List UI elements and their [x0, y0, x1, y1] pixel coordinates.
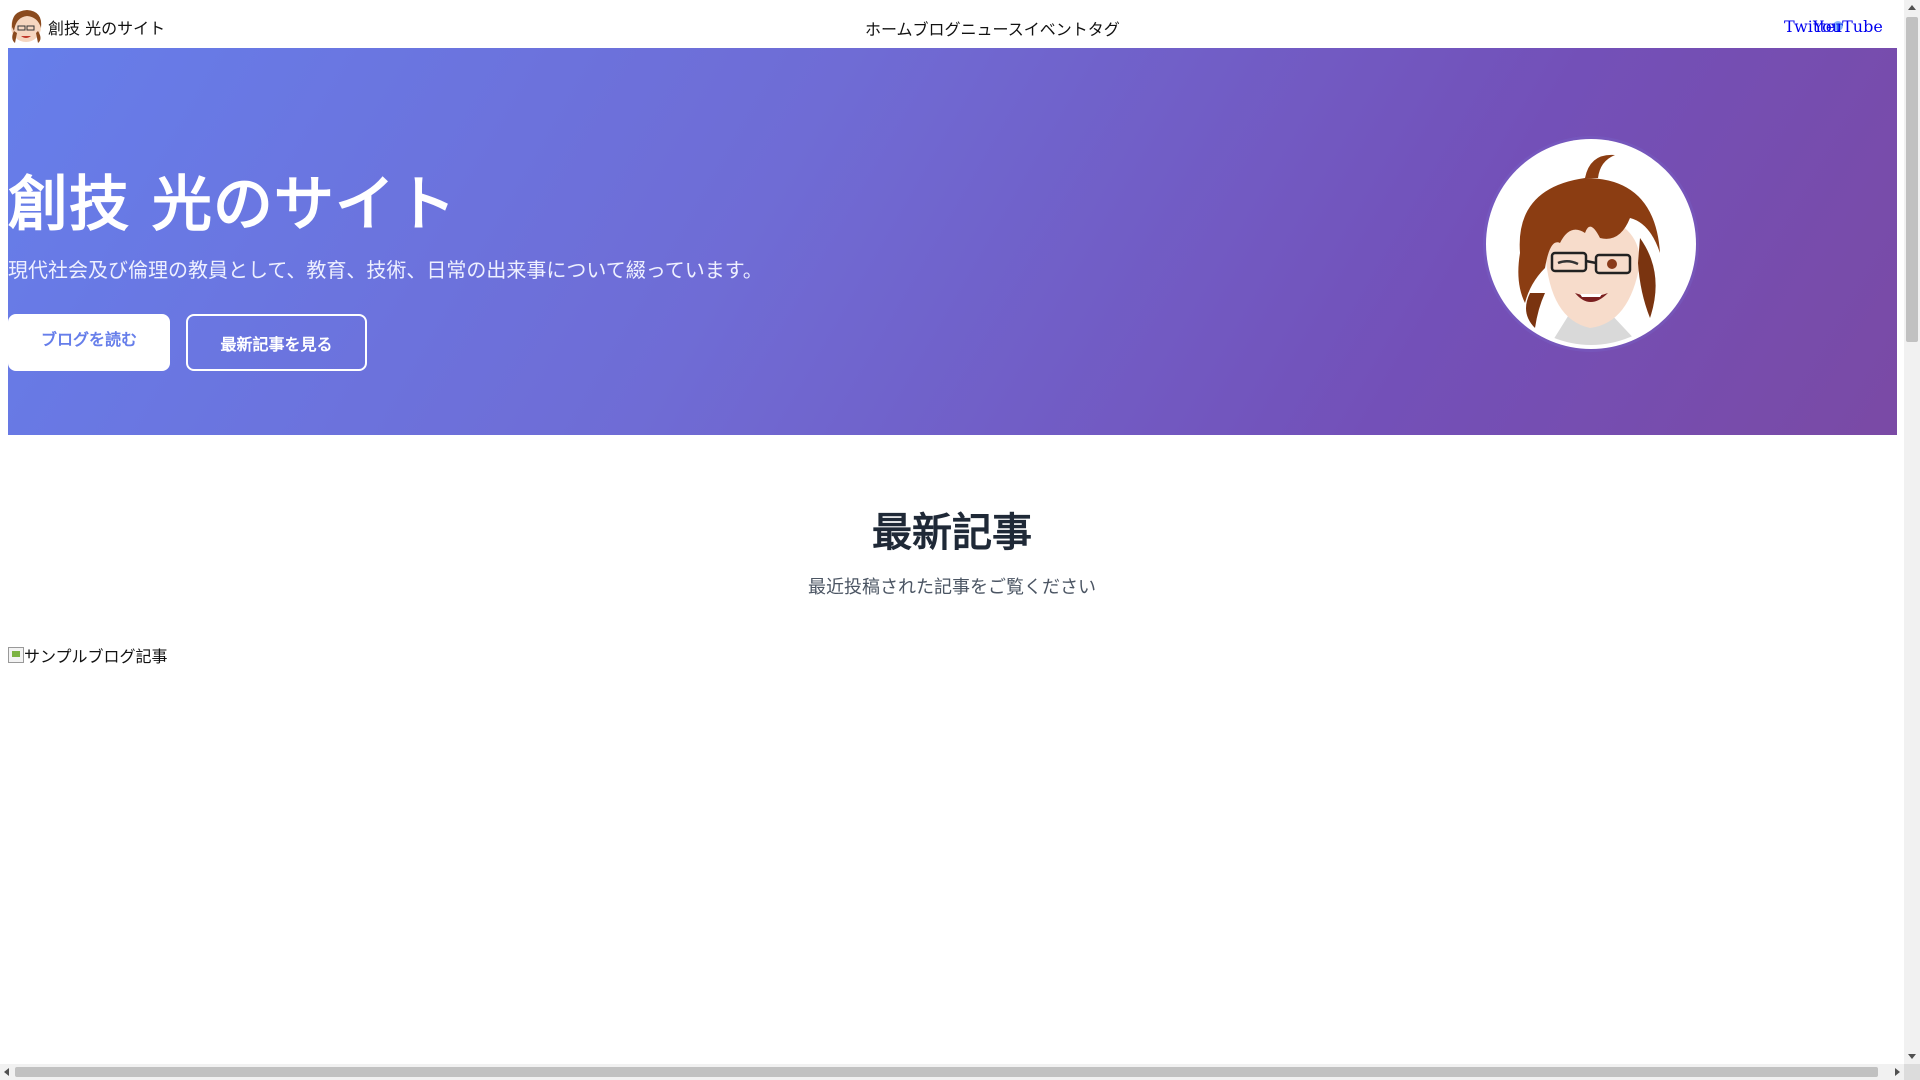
- nav-home[interactable]: ホーム: [865, 16, 913, 40]
- social-links: Twitter YouTube: [1784, 17, 1904, 37]
- vertical-scrollbar[interactable]: [1904, 0, 1920, 1080]
- hero-subtitle: 現代社会及び倫理の教員として、教育、技術、日常の出来事について綴っています。: [8, 258, 763, 282]
- post-image-broken[interactable]: サンプルブログ記事: [8, 643, 168, 667]
- view-latest-button[interactable]: 最新記事を見る: [186, 314, 367, 371]
- hero-avatar-icon: [1486, 139, 1696, 349]
- scroll-left-icon[interactable]: [4, 1068, 9, 1076]
- latest-posts-subtitle: 最近投稿された記事をご覧ください: [808, 577, 1096, 598]
- scrollbar-corner: [1904, 1064, 1920, 1080]
- site-title: 創技 光のサイト: [48, 19, 166, 38]
- nav-tags[interactable]: タグ: [1088, 16, 1120, 40]
- broken-image-icon: [8, 647, 24, 663]
- browser-viewport: 創技 光のサイト ホーム ブログ ニュース イベント タグ Twitter Yo…: [0, 0, 1920, 1080]
- nav-blog[interactable]: ブログ: [913, 16, 961, 40]
- hero-title: 創技 光のサイト: [8, 170, 457, 240]
- horizontal-scroll-thumb[interactable]: [15, 1067, 1878, 1077]
- scroll-right-icon[interactable]: [1895, 1068, 1900, 1076]
- main-nav: ホーム ブログ ニュース イベント タグ: [865, 16, 1120, 40]
- scroll-up-icon[interactable]: [1908, 5, 1916, 10]
- latest-posts-title: 最新記事: [872, 510, 1032, 556]
- site-brand-link[interactable]: 創技 光のサイト: [8, 7, 165, 47]
- hero-section: 創技 光のサイト 現代社会及び倫理の教員として、教育、技術、日常の出来事について…: [8, 48, 1897, 435]
- post-image-alt: サンプルブログ記事: [24, 647, 168, 666]
- vertical-scroll-thumb[interactable]: [1906, 17, 1918, 342]
- brand-avatar-icon: [8, 7, 48, 47]
- read-blog-button[interactable]: ブログを読む: [8, 314, 170, 371]
- scroll-down-icon[interactable]: [1908, 1054, 1916, 1059]
- horizontal-scrollbar[interactable]: [0, 1064, 1904, 1080]
- youtube-link[interactable]: YouTube: [1813, 17, 1883, 36]
- nav-news[interactable]: ニュース: [961, 16, 1024, 40]
- nav-events[interactable]: イベント: [1024, 16, 1088, 40]
- site-header: 創技 光のサイト ホーム ブログ ニュース イベント タグ Twitter Yo…: [0, 0, 1904, 48]
